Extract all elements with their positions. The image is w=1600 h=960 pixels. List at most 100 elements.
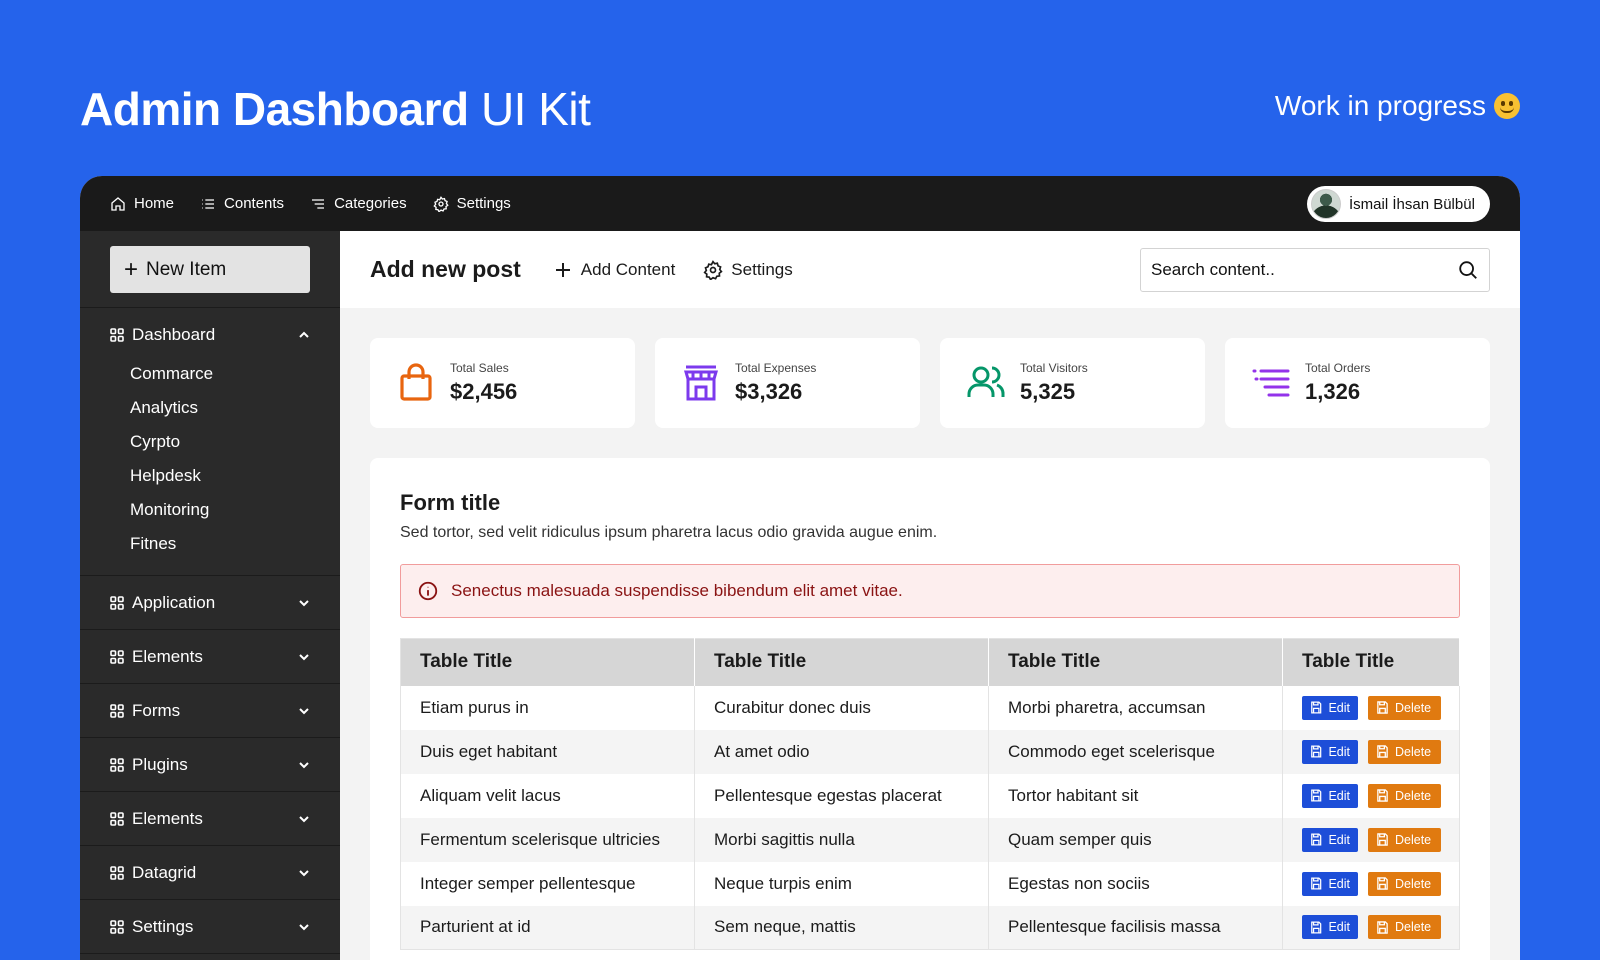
search-icon[interactable]: [1457, 259, 1479, 281]
edit-label: Edit: [1328, 700, 1350, 715]
add-content-label: Add Content: [580, 259, 676, 279]
sidebar-item-dashboard[interactable]: Dashboard: [80, 308, 340, 361]
save-icon: [1311, 701, 1322, 714]
save-icon: [1377, 701, 1388, 714]
table-cell: Etiam purus in: [400, 685, 695, 730]
chevron-down-icon: [299, 869, 309, 876]
delete-button[interactable]: Delete: [1368, 915, 1441, 940]
actions-cell: Edit Delete: [1282, 905, 1460, 950]
sidebar-item-settings[interactable]: Settings: [80, 900, 340, 953]
table-cell: Curabitur donec duis: [694, 685, 989, 730]
data-table: Table Title Table Title Table Title Tabl…: [400, 638, 1460, 950]
save-icon: [1377, 789, 1388, 802]
nav-item-categories[interactable]: Categories: [310, 195, 407, 212]
edit-button[interactable]: Edit: [1302, 915, 1358, 940]
column-header[interactable]: Table Title: [694, 638, 989, 686]
edit-label: Edit: [1328, 920, 1350, 935]
grid-icon: [110, 865, 124, 880]
sidebar-item-label: Settings: [132, 916, 194, 936]
store-icon: [684, 365, 718, 401]
submenu-item-helpdesk[interactable]: Helpdesk: [130, 461, 340, 495]
nav-item-contents[interactable]: Contents: [200, 195, 284, 212]
table-cell: Aliquam velit lacus: [400, 773, 695, 818]
actions-cell: Edit Delete: [1282, 817, 1460, 862]
sidebar-item-datagrid[interactable]: Datagrid: [80, 846, 340, 899]
new-item-button[interactable]: + New Item: [110, 246, 310, 293]
nav-item-label: Home: [134, 195, 175, 212]
edit-label: Edit: [1328, 876, 1350, 891]
edit-button[interactable]: Edit: [1302, 871, 1358, 896]
delete-button[interactable]: Delete: [1368, 783, 1441, 808]
grid-icon: [110, 703, 124, 718]
sidebar-item-elements-2[interactable]: Elements: [80, 792, 340, 845]
table-cell: Quam semper quis: [988, 817, 1283, 862]
sidebar-item-forms[interactable]: Forms: [80, 684, 340, 737]
submenu-item-commarce[interactable]: Commarce: [130, 359, 340, 393]
submenu-item-fitnes[interactable]: Fitnes: [130, 529, 340, 563]
table-row: Aliquam velit lacus Pellentesque egestas…: [400, 773, 1460, 818]
sidebar-item-label: Datagrid: [132, 862, 197, 882]
table-cell: Integer semper pellentesque: [400, 861, 695, 906]
add-content-button[interactable]: Add Content: [553, 259, 676, 280]
grid-icon: [110, 919, 124, 934]
app-window: Home Contents Categories Settings İsmail…: [80, 176, 1520, 960]
column-header[interactable]: Table Title: [400, 638, 695, 686]
sidebar-item-plugins[interactable]: Plugins: [80, 738, 340, 791]
save-icon: [1311, 745, 1322, 758]
edit-button[interactable]: Edit: [1302, 827, 1358, 852]
table-cell: Sem neque, mattis: [694, 905, 989, 950]
sidebar-item-elements[interactable]: Elements: [80, 630, 340, 683]
sidebar-section-forms: Forms: [80, 684, 340, 738]
sidebar-section-application: Application: [80, 576, 340, 630]
submenu-item-cyrpto[interactable]: Cyrpto: [130, 427, 340, 461]
chevron-up-icon: [299, 331, 309, 338]
search-input[interactable]: [1151, 259, 1457, 280]
table-cell: Pellentesque facilisis massa: [988, 905, 1283, 950]
table-cell: Commodo eget scelerisque: [988, 729, 1283, 774]
sidebar-section-elements-2: Elements: [80, 792, 340, 846]
submenu-item-analytics[interactable]: Analytics: [130, 393, 340, 427]
delete-button[interactable]: Delete: [1368, 739, 1441, 764]
actions-cell: Edit Delete: [1282, 861, 1460, 906]
delete-button[interactable]: Delete: [1368, 695, 1441, 720]
stat-label: Total Orders: [1305, 361, 1371, 375]
sidebar: + New Item Dashboard Commarce Analytics …: [80, 231, 340, 960]
save-icon: [1311, 877, 1322, 890]
sidebar-section-dashboard: Dashboard Commarce Analytics Cyrpto Help…: [80, 308, 340, 576]
shopping-bag-icon: [400, 363, 432, 401]
actions-cell: Edit Delete: [1282, 773, 1460, 818]
stat-card-orders: Total Orders 1,326: [1225, 338, 1490, 428]
submenu-item-monitoring[interactable]: Monitoring: [130, 495, 340, 529]
chevron-down-icon: [299, 653, 309, 660]
status-text: Work in progress: [1274, 90, 1486, 121]
edit-button[interactable]: Edit: [1302, 739, 1358, 764]
stat-label: Total Visitors: [1020, 361, 1088, 375]
edit-button[interactable]: Edit: [1302, 783, 1358, 808]
nav-item-settings[interactable]: Settings: [432, 195, 511, 212]
edit-label: Edit: [1328, 744, 1350, 759]
sidebar-item-application[interactable]: Application: [80, 576, 340, 629]
sidebar-section-datagrid: Datagrid: [80, 846, 340, 900]
stat-value: 5,325: [1020, 379, 1076, 404]
column-header[interactable]: Table Title: [988, 638, 1283, 686]
edit-button[interactable]: Edit: [1302, 695, 1358, 720]
table-cell: Pellentesque egestas placerat: [694, 773, 989, 818]
delete-button[interactable]: Delete: [1368, 871, 1441, 896]
users-icon: [967, 366, 1005, 397]
hero-title-bold: Admin Dashboard: [80, 83, 469, 135]
delete-label: Delete: [1395, 832, 1432, 847]
main-content: Add new post Add Content Settings Total …: [340, 231, 1520, 960]
table-cell: Parturient at id: [400, 905, 695, 950]
user-menu[interactable]: İsmail İhsan Bülbül: [1307, 186, 1490, 222]
settings-button[interactable]: Settings: [703, 260, 793, 280]
stats-row: Total Sales $2,456 Total Expenses $3,326…: [340, 308, 1520, 428]
grid-icon: [110, 649, 124, 664]
column-header[interactable]: Table Title: [1282, 638, 1460, 686]
delete-button[interactable]: Delete: [1368, 827, 1441, 852]
table-cell: Morbi pharetra, accumsan: [988, 685, 1283, 730]
form-title: Form title: [400, 490, 501, 515]
nav-item-home[interactable]: Home: [110, 195, 174, 212]
table-row: Duis eget habitant At amet odio Commodo …: [400, 729, 1460, 774]
gear-icon: [432, 195, 449, 212]
save-icon: [1311, 833, 1322, 846]
